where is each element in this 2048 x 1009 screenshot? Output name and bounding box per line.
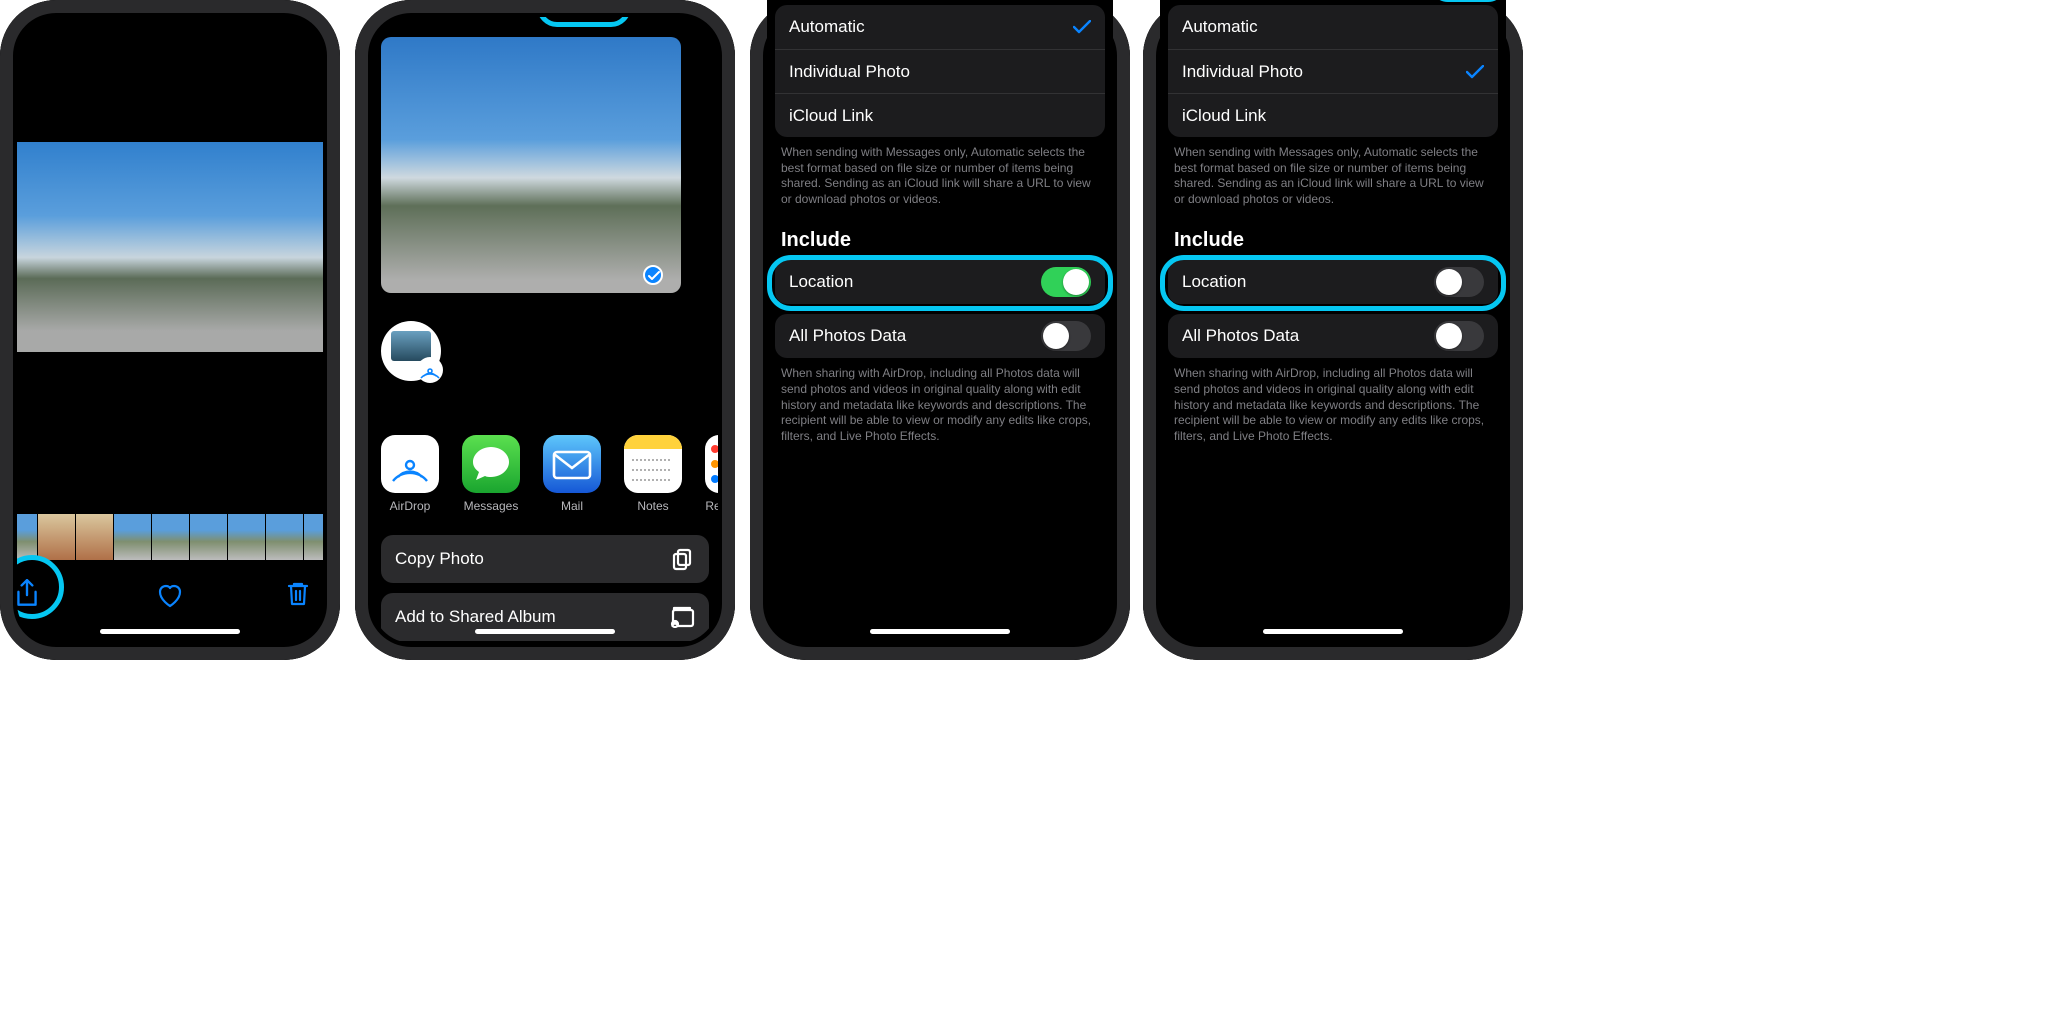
row-label: All Photos Data: [1182, 326, 1299, 346]
favorite-icon[interactable]: [156, 583, 184, 609]
row-label: Individual Photo: [1182, 62, 1303, 82]
action-label: Add to Shared Album: [395, 607, 556, 627]
home-indicator[interactable]: [1263, 629, 1403, 634]
shared-album-icon: [669, 606, 695, 628]
section-footer: When sending with Messages only, Automat…: [781, 145, 1099, 207]
share-app-reminders[interactable]: Re: [705, 435, 718, 513]
section-footer: When sending with Messages only, Automat…: [1174, 145, 1492, 207]
section-footer: When sharing with AirDrop, including all…: [781, 366, 1099, 444]
send-as-list: Automatic Individual Photo iCloud Link: [775, 5, 1105, 137]
share-app-notes[interactable]: Notes: [624, 435, 682, 513]
send-as-individual-photo[interactable]: Individual Photo: [1168, 49, 1498, 93]
send-as-automatic[interactable]: Automatic: [775, 5, 1105, 49]
all-photos-data-toggle[interactable]: [1434, 321, 1484, 351]
share-actions-list: Copy Photo Add to Shared Album: [381, 535, 709, 643]
highlight-done-pill: [1430, 0, 1506, 2]
photo-preview[interactable]: [381, 37, 681, 293]
home-indicator[interactable]: [100, 629, 240, 634]
home-indicator[interactable]: [475, 629, 615, 634]
app-label: AirDrop: [381, 499, 439, 513]
trash-icon[interactable]: [286, 581, 310, 607]
row-label: Automatic: [1182, 17, 1258, 37]
row-label: iCloud Link: [789, 106, 873, 126]
phone-share-sheet: AirDrop Messages Mail Notes Re: [355, 0, 735, 660]
action-label: Copy Photo: [395, 549, 484, 569]
app-label: Mail: [543, 499, 601, 513]
phone-options-location-on: Send As Automatic Individual Photo iClou…: [750, 0, 1130, 660]
send-as-icloud-link[interactable]: iCloud Link: [1168, 93, 1498, 137]
selected-check-icon: [643, 265, 663, 285]
home-indicator[interactable]: [870, 629, 1010, 634]
include-list-2: All Photos Data: [775, 314, 1105, 358]
airdrop-target[interactable]: [381, 321, 441, 381]
action-copy-photo[interactable]: Copy Photo: [381, 535, 709, 583]
location-toggle[interactable]: [1041, 267, 1091, 297]
phone-photo-view: [0, 0, 340, 660]
send-as-list: Automatic Individual Photo iCloud Link: [1168, 5, 1498, 137]
row-label: All Photos Data: [789, 326, 906, 346]
section-header-include: Include: [781, 229, 1099, 252]
section-header-include: Include: [1174, 229, 1492, 252]
send-as-icloud-link[interactable]: iCloud Link: [775, 93, 1105, 137]
send-as-individual-photo[interactable]: Individual Photo: [775, 49, 1105, 93]
include-list-2: All Photos Data: [1168, 314, 1498, 358]
highlight-options-pill: [537, 17, 631, 27]
send-as-automatic[interactable]: Automatic: [1168, 5, 1498, 49]
include-all-photos-data[interactable]: All Photos Data: [775, 314, 1105, 358]
copy-icon: [671, 547, 695, 571]
section-footer: When sharing with AirDrop, including all…: [1174, 366, 1492, 444]
include-all-photos-data[interactable]: All Photos Data: [1168, 314, 1498, 358]
row-label: iCloud Link: [1182, 106, 1266, 126]
photo-fullscreen[interactable]: [17, 142, 323, 352]
thumbnail-strip[interactable]: [17, 514, 323, 560]
location-toggle[interactable]: [1434, 267, 1484, 297]
app-label: Notes: [624, 499, 682, 513]
row-label: Individual Photo: [789, 62, 910, 82]
phone-options-location-off: Send As Automatic Individual Photo iClou…: [1143, 0, 1523, 660]
airdrop-icon: [417, 357, 443, 383]
checkmark-icon: [1073, 20, 1091, 34]
checkmark-icon: [1466, 65, 1484, 79]
all-photos-data-toggle[interactable]: [1041, 321, 1091, 351]
share-apps-row: AirDrop Messages Mail Notes Re: [381, 435, 718, 513]
share-app-airdrop[interactable]: AirDrop: [381, 435, 439, 513]
row-label: Automatic: [789, 17, 865, 37]
app-label: Re: [705, 499, 718, 513]
share-app-messages[interactable]: Messages: [462, 435, 520, 513]
share-app-mail[interactable]: Mail: [543, 435, 601, 513]
app-label: Messages: [462, 499, 520, 513]
